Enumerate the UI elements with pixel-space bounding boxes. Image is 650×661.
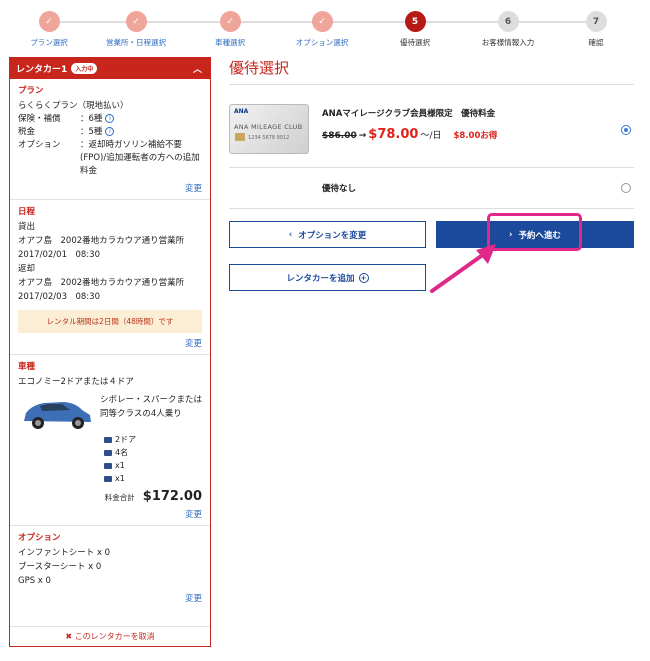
car-description: シボレー・スパークまたは同等クラスの4人乗り [100,395,203,419]
option-value: ：返却時ガソリン補給不要(FPO)/追加運転者の方への追加料金 [80,140,200,176]
gps-count: GPS x 0 [18,576,51,586]
info-icon[interactable]: i [105,114,115,123]
offer-price: $86.00 → $78.00 〜/日 $8.00お得 [322,127,497,142]
total-label: 料金合計 [104,493,135,502]
pointer-arrow-icon [430,244,496,293]
offer-title: ANAマイレージクラブ会員様限定 優待料金 [322,109,496,119]
add-rental-car-button[interactable]: レンタカーを追加 + [229,264,426,291]
step-2[interactable]: ✓ 営業所・日程選択 [86,11,186,48]
progress-stepper: ✓ プラン選択 ✓ 営業所・日程選択 ✓ 車種選択 ✓ オプション選択 5 優待… [0,0,650,50]
change-schedule-link[interactable]: 変更 [18,337,202,349]
panel-header[interactable]: レンタカー1 入力中 ︿ [10,58,210,79]
change-plan-link[interactable]: 変更 [18,182,202,194]
option-label: オプション [18,140,61,150]
tax-label: 税金 [18,127,36,137]
car-large-bags: x1 [104,459,202,472]
car-doors: 2ドア [104,433,202,446]
infant-seat: インファントシート x 0 [18,548,111,558]
booster-seat: ブースターシート x 0 [18,562,102,572]
step-number: 7 [585,11,607,32]
check-icon: ✓ [125,11,147,32]
pickup-time: 2017/02/01 08:30 [18,250,100,260]
page-title: 優待選択 [229,59,290,77]
old-price: $86.00 [322,131,357,141]
tax-row: 税金 ：5種 i [18,126,202,139]
step-7: 7 確認 [546,11,646,48]
new-price: $78.00 [368,127,419,142]
option-row: オプション ：返却時ガソリン補給不要(FPO)/追加運転者の方への追加料金 [18,139,202,178]
change-options-link[interactable]: 変更 [18,592,202,604]
step-label: お客様情報入力 [481,38,535,47]
total-value: $172.00 [142,489,202,504]
check-icon: ✓ [219,11,241,32]
insurance-label: 保険・補償 [18,114,61,124]
cancel-rental-link[interactable]: ✖ このレンタカーを取消 [10,626,210,646]
plan-name: らくらくプラン（現地払い） [18,101,129,111]
pickup-label: 貸出 [18,222,36,232]
tax-value: ：5種 [80,127,103,137]
chevron-left-icon: ‹ [288,229,293,240]
savings: $8.00お得 [453,131,498,141]
step-number: 6 [497,11,519,32]
check-icon: ✓ [311,11,333,32]
ana-card-image: ANA ANA MILEAGE CLUB 1234 5678 9012 [229,104,309,154]
status-badge: 入力中 [71,63,98,74]
door-icon [104,436,112,443]
check-icon: ✓ [38,11,60,32]
price-total: 料金合計 $172.00 [18,489,202,504]
options-section: オプション インファントシート x 0 ブースターシート x 0 GPS x 0… [10,526,210,609]
title-divider [229,84,634,85]
step-label: 優待選択 [400,38,430,47]
change-options-button[interactable]: ‹ オプションを変更 [229,221,426,248]
bag-icon [104,475,112,482]
step-6: 6 お客様情報入力 [458,11,558,48]
offer-option-none[interactable]: 優待なし [229,168,634,209]
offer-radio-selected[interactable] [621,125,631,135]
section-title: オプション [18,533,61,543]
insurance-row: 保険・補償 ：6種 i [18,113,202,126]
section-title: 車種 [18,362,36,372]
no-offer-label: 優待なし [322,184,357,194]
step-label: プラン選択 [30,38,68,47]
rental-period-notice: レンタル期間は2日間（48時間）です [18,310,202,333]
rental-summary-panel: レンタカー1 入力中 ︿ プラン らくらくプラン（現地払い） 保険・補償 ：6種… [9,57,211,647]
car-image [18,393,96,433]
pickup-place: オアフ島 2002番地カラカウア通り営業所 [18,236,185,246]
panel-title: レンタカー1 [16,65,68,75]
person-icon [104,449,112,456]
step-label: 確認 [588,38,604,47]
step-label: オプション選択 [295,38,349,47]
step-label: 車種選択 [215,38,245,47]
return-time: 2017/02/03 08:30 [18,292,100,302]
price-unit: 〜/日 [420,131,442,141]
step-5: 5 優待選択 [365,11,465,48]
back-button-label: オプションを変更 [298,230,367,241]
offer-option-ana[interactable]: ANA ANA MILEAGE CLUB 1234 5678 9012 ANAマ… [229,95,634,168]
car-seats: 4名 [104,446,202,459]
step-1[interactable]: ✓ プラン選択 [0,11,99,48]
step-label: 営業所・日程選択 [106,38,166,47]
section-title: 日程 [18,207,36,217]
add-button-label: レンタカーを追加 [286,273,355,284]
return-place: オアフ島 2002番地カラカウア通り営業所 [18,278,185,288]
plus-icon: + [358,272,369,283]
info-icon[interactable]: i [105,127,115,136]
no-offer-radio[interactable] [621,183,631,193]
arrow-icon: → [358,131,367,141]
return-label: 返却 [18,264,36,274]
plan-section: プラン らくらくプラン（現地払い） 保険・補償 ：6種 i 税金 ：5種 i オプシ… [10,79,210,200]
step-3[interactable]: ✓ 車種選択 [180,11,280,48]
car-small-bags: x1 [104,472,202,485]
schedule-section: 日程 貸出 オアフ島 2002番地カラカウア通り営業所 2017/02/01 0… [10,200,210,355]
change-car-link[interactable]: 変更 [18,508,202,520]
chevron-up-icon[interactable]: ︿ [193,62,202,75]
suitcase-icon [104,462,112,469]
section-title: プラン [18,86,44,96]
insurance-value: ：6種 [80,114,103,124]
car-class: エコノミー2ドアまたは４ドア [18,377,134,387]
car-section: 車種 エコノミー2ドアまたは４ドア シボレー・スパークまたは同等クラスの4人乗り… [10,355,210,526]
step-4[interactable]: ✓ オプション選択 [272,11,372,48]
step-number: 5 [404,11,426,32]
